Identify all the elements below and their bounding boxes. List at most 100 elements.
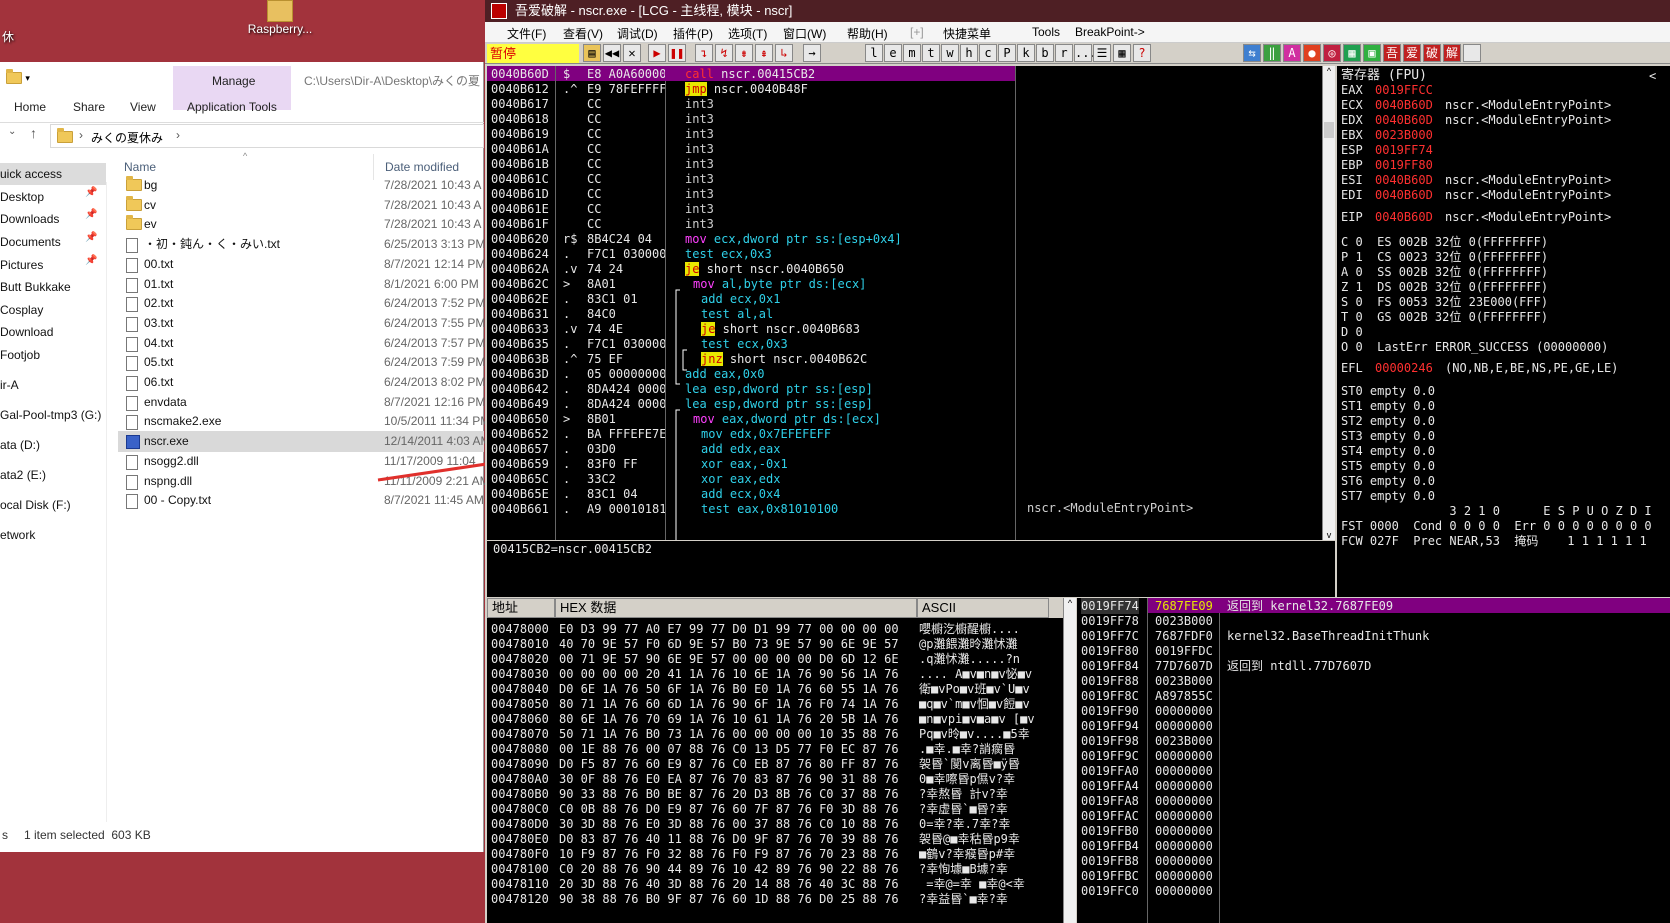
plugin-button[interactable]: ◎ bbox=[1323, 44, 1341, 62]
dump-ascii[interactable]: ?幸虚昬`■昬?幸 bbox=[919, 801, 1049, 817]
stack-address[interactable]: 0019FFB8 bbox=[1081, 853, 1139, 869]
menu-item[interactable]: 快捷菜单 bbox=[943, 25, 991, 42]
dump-ascii[interactable]: ■鶴v?幸瘊昬p#幸 bbox=[919, 846, 1049, 862]
dump-hex[interactable]: 30 0F 88 76 E0 EA 87 76 70 83 87 76 90 3… bbox=[559, 771, 899, 787]
nav-item[interactable]: ir-A bbox=[0, 374, 106, 396]
flag-line[interactable]: D 0 bbox=[1341, 324, 1363, 340]
nav-item[interactable]: ocal Disk (F:) bbox=[0, 494, 106, 516]
dump-ascii[interactable]: 0■幸嚓昬p儑v?幸 bbox=[919, 771, 1049, 787]
fpu-st-register[interactable]: ST0 empty 0.0 bbox=[1341, 383, 1435, 399]
nav-item[interactable]: Gal-Pool-tmp3 (G:) bbox=[0, 404, 106, 426]
plugin-button[interactable]: ● bbox=[1303, 44, 1321, 62]
nav-item[interactable]: Footjob bbox=[0, 344, 106, 366]
disasm-address[interactable]: 0040B61B bbox=[491, 156, 549, 172]
plugin-button[interactable]: 吾 bbox=[1383, 44, 1401, 62]
dump-address[interactable]: 00478080 bbox=[491, 741, 549, 757]
flag-line[interactable]: O 0 LastErr ERROR_SUCCESS (00000000) bbox=[1341, 339, 1608, 355]
disassembly-scrollbar[interactable]: ^ v bbox=[1322, 66, 1335, 540]
dump-address[interactable]: 00478100 bbox=[491, 861, 549, 877]
stack-address[interactable]: 0019FFBC bbox=[1081, 868, 1139, 884]
dump-address[interactable]: 00478110 bbox=[491, 876, 549, 892]
stack-address[interactable]: 0019FFA8 bbox=[1081, 793, 1139, 809]
disasm-address[interactable]: 0040B657 bbox=[491, 441, 549, 457]
file-row[interactable]: 02.txt 6/24/2013 7:52 PM bbox=[118, 293, 485, 314]
window-button-11[interactable]: ... bbox=[1074, 44, 1097, 62]
stack-address[interactable]: 0019FF7C bbox=[1081, 628, 1139, 644]
disasm-instruction[interactable]: mov al,byte ptr ds:[ecx] bbox=[693, 276, 866, 292]
dump-header-address[interactable]: 地址 bbox=[487, 598, 555, 618]
disasm-address[interactable]: 0040B60D bbox=[491, 66, 549, 82]
dump-ascii[interactable]: ■q■v`m■v恛■v餖■v bbox=[919, 696, 1049, 712]
plugin-button[interactable]: 破 bbox=[1423, 44, 1441, 62]
register-value[interactable]: 0040B60D bbox=[1375, 112, 1433, 128]
stack-address[interactable]: 0019FFC0 bbox=[1081, 883, 1139, 899]
dump-ascii[interactable]: 0=幸?幸.7幸?幸 bbox=[919, 816, 1049, 832]
stack-value[interactable]: 00000000 bbox=[1155, 718, 1213, 734]
dump-ascii[interactable]: .■幸.■幸?誚瘸昬 bbox=[919, 741, 1049, 757]
step-into-button[interactable]: ↴ bbox=[695, 44, 713, 62]
stack-address[interactable]: 0019FF78 bbox=[1081, 613, 1139, 629]
dump-pane[interactable]: 00478000 E0 D3 99 77 A0 E7 99 77 D0 D1 99… bbox=[487, 618, 1065, 923]
window-button-1[interactable]: e bbox=[884, 44, 902, 62]
menu-item[interactable]: 插件(P) bbox=[673, 25, 713, 42]
file-row[interactable]: bg 7/28/2021 10:43 A bbox=[118, 175, 484, 196]
run-button[interactable]: ▶ bbox=[648, 44, 666, 62]
stack-address[interactable]: 0019FF90 bbox=[1081, 703, 1139, 719]
disasm-address[interactable]: 0040B633 bbox=[491, 321, 549, 337]
stack-address[interactable]: 0019FF74 bbox=[1081, 598, 1139, 614]
efl-value[interactable]: 00000246 bbox=[1375, 360, 1433, 376]
dump-ascii[interactable]: =幸@=幸 ■幸@<幸 bbox=[919, 876, 1049, 892]
dump-hex[interactable]: D0 83 87 76 40 11 88 76 D0 9F 87 76 70 3… bbox=[559, 831, 899, 847]
disasm-address[interactable]: 0040B661 bbox=[491, 501, 549, 517]
tab-view[interactable]: View bbox=[130, 100, 156, 114]
disasm-address[interactable]: 0040B652 bbox=[491, 426, 549, 442]
dump-hex[interactable]: 20 3D 88 76 40 3D 88 76 20 14 88 76 40 3… bbox=[559, 876, 899, 892]
dump-hex[interactable]: 30 3D 88 76 E0 3D 88 76 00 37 88 76 C0 1… bbox=[559, 816, 899, 832]
plugin-button[interactable]: 解 bbox=[1443, 44, 1461, 62]
fpu-st-register[interactable]: ST2 empty 0.0 bbox=[1341, 413, 1435, 429]
disasm-address[interactable]: 0040B635 bbox=[491, 336, 549, 352]
dump-hex[interactable]: 80 6E 1A 76 70 69 1A 76 10 61 1A 76 20 5… bbox=[559, 711, 899, 727]
dump-hex[interactable]: C0 0B 88 76 D0 E9 87 76 60 7F 87 76 F0 3… bbox=[559, 801, 899, 817]
stack-value[interactable]: 00000000 bbox=[1155, 823, 1213, 839]
menu-item[interactable]: Tools bbox=[1032, 25, 1060, 39]
stack-value[interactable]: 7687FE09 bbox=[1155, 598, 1213, 614]
file-row[interactable]: ev 7/28/2021 10:43 A bbox=[118, 214, 484, 235]
nav-item[interactable]: Butt Bukkake bbox=[0, 276, 106, 298]
menu-item[interactable]: 选项(T) bbox=[728, 25, 767, 42]
disasm-address[interactable]: 0040B65C bbox=[491, 471, 549, 487]
stack-address[interactable]: 0019FF98 bbox=[1081, 733, 1139, 749]
disasm-address[interactable]: 0040B619 bbox=[491, 126, 549, 142]
disasm-address[interactable]: 0040B618 bbox=[491, 111, 549, 127]
dump-address[interactable]: 004780D0 bbox=[491, 816, 549, 832]
disasm-instruction[interactable]: je short nscr.0040B683 bbox=[701, 321, 860, 337]
stack-address[interactable]: 0019FFA4 bbox=[1081, 778, 1139, 794]
list-view-button[interactable]: ☰ bbox=[1093, 44, 1111, 62]
dump-ascii[interactable]: 袈昬`閺v离昬■ÿ昬 bbox=[919, 756, 1049, 772]
stack-pane[interactable]: 0019FF74 7687FE09 返回到 kernel32.7687FE09 001… bbox=[1077, 598, 1670, 923]
scroll-down-icon[interactable]: v bbox=[1323, 530, 1335, 540]
stack-value[interactable]: 00000000 bbox=[1155, 748, 1213, 764]
disasm-instruction[interactable]: lea esp,dword ptr ss:[esp] bbox=[685, 381, 873, 397]
stack-address[interactable]: 0019FFB4 bbox=[1081, 838, 1139, 854]
disasm-address[interactable]: 0040B61A bbox=[491, 141, 549, 157]
menu-item[interactable]: 窗口(W) bbox=[783, 25, 826, 42]
dump-address[interactable]: 00478070 bbox=[491, 726, 549, 742]
plugin-button[interactable]: ▣ bbox=[1363, 44, 1381, 62]
fpu-st-register[interactable]: ST4 empty 0.0 bbox=[1341, 443, 1435, 459]
disasm-instruction[interactable]: mov eax,dword ptr ds:[ecx] bbox=[693, 411, 881, 427]
flag-line[interactable]: A 0 SS 002B 32位 0(FFFFFFFF) bbox=[1341, 264, 1548, 280]
dump-address[interactable]: 00478030 bbox=[491, 666, 549, 682]
fpu-st-register[interactable]: ST1 empty 0.0 bbox=[1341, 398, 1435, 414]
register-value[interactable]: 0040B60D bbox=[1375, 209, 1433, 225]
close-process-button[interactable]: ✕ bbox=[623, 44, 641, 62]
dump-ascii[interactable]: 嚶櫥汔櫥醒櫥.... bbox=[919, 621, 1049, 637]
file-row[interactable]: 04.txt 6/24/2013 7:57 PM bbox=[118, 333, 485, 354]
stack-value[interactable]: 00000000 bbox=[1155, 763, 1213, 779]
dump-hex[interactable]: 00 71 9E 57 90 6E 9E 57 00 00 00 00 D0 6… bbox=[559, 651, 899, 667]
disasm-address[interactable]: 0040B65E bbox=[491, 486, 549, 502]
dump-address[interactable]: 004780A0 bbox=[491, 771, 549, 787]
dump-hex[interactable]: 10 F9 87 76 F0 32 88 76 F0 F9 87 76 70 2… bbox=[559, 846, 899, 862]
collapse-icon[interactable]: < bbox=[1649, 68, 1656, 84]
file-row[interactable]: 03.txt 6/24/2013 7:55 PM bbox=[118, 313, 485, 334]
